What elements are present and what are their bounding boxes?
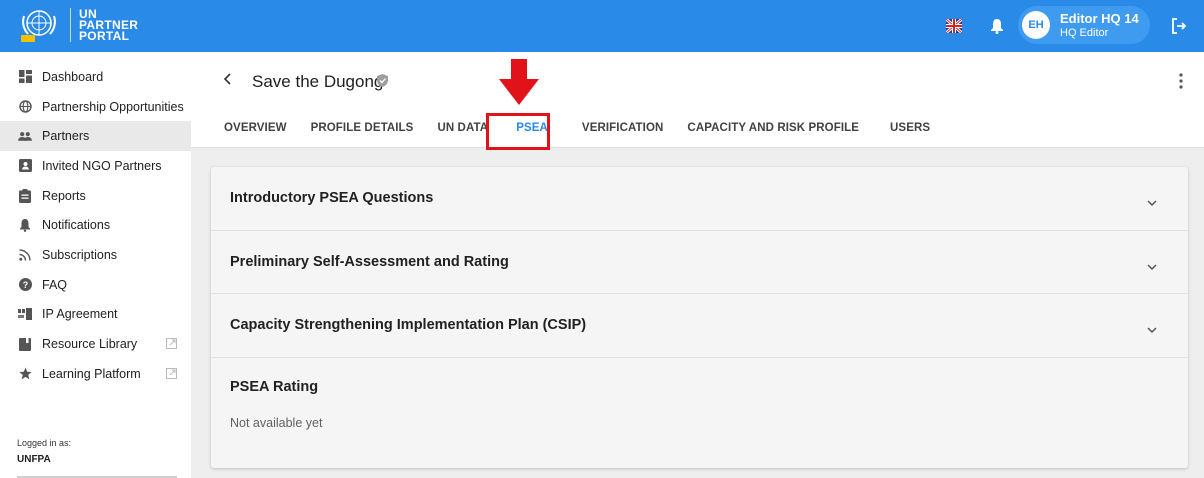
sidebar-item-label: Dashboard	[42, 69, 104, 84]
sidebar-item-resource-library[interactable]: Resource Library	[0, 329, 191, 359]
svg-text:?: ?	[22, 280, 28, 290]
sidebar-item-invited-ngo-partners[interactable]: Invited NGO Partners	[0, 151, 191, 181]
sidebar-item-notifications[interactable]: Notifications	[0, 210, 191, 240]
people-icon	[18, 129, 32, 143]
sidebar-item-reports[interactable]: Reports	[0, 181, 191, 211]
sidebar-item-label: IP Agreement	[42, 307, 118, 322]
sidebar-item-label: Subscriptions	[42, 247, 118, 262]
user-name: Editor HQ 14	[1060, 11, 1139, 26]
panel-title: Introductory PSEA Questions	[230, 190, 434, 207]
avatar: EH	[1022, 11, 1050, 39]
star-icon	[18, 367, 32, 381]
sidebar-item-label: Resource Library	[42, 337, 138, 352]
sidebar-item-label: Partners	[42, 129, 90, 144]
contact-card-icon	[18, 159, 32, 173]
verified-shield-icon	[377, 74, 388, 92]
tab-users[interactable]: USERS	[890, 122, 930, 134]
dashboard-icon	[18, 70, 32, 84]
sidebar-item-partnership-opportunities[interactable]: Partnership Opportunities	[0, 92, 191, 122]
accordion-csip[interactable]: Capacity Strengthening Implementation Pl…	[211, 294, 1188, 358]
book-icon	[18, 337, 32, 351]
page-header: Save the Dugong OVERVIEW PROFILE DETAILS…	[191, 52, 1204, 148]
sidebar-item-label: Invited NGO Partners	[42, 158, 162, 173]
logo-divider	[70, 8, 71, 42]
sidebar-item-ip-agreement[interactable]: IP Agreement	[0, 300, 191, 330]
logged-in-label: Logged in as:	[17, 438, 72, 448]
sidebar-item-label: Reports	[42, 188, 86, 203]
more-options-icon[interactable]	[1179, 73, 1183, 94]
tab-capacity-and-risk-profile[interactable]: CAPACITY AND RISK PROFILE	[687, 122, 859, 134]
tab-profile-details[interactable]: PROFILE DETAILS	[311, 122, 414, 134]
logout-icon[interactable]	[1170, 17, 1188, 40]
sidebar-item-dashboard[interactable]: Dashboard	[0, 62, 191, 92]
sidebar-item-partners[interactable]: Partners	[0, 121, 191, 152]
psea-rating-title: PSEA Rating	[230, 378, 319, 395]
logo-line-3: PORTAL	[79, 28, 130, 43]
tab-overview[interactable]: OVERVIEW	[224, 122, 287, 134]
sidebar-item-subscriptions[interactable]: Subscriptions	[0, 240, 191, 270]
help-icon: ?	[18, 278, 32, 292]
sidebar-item-label: Partnership Opportunities	[42, 99, 184, 114]
chevron-down-icon[interactable]	[1146, 321, 1158, 339]
clipboard-icon	[18, 188, 32, 203]
psea-card: Introductory PSEA Questions Preliminary …	[211, 167, 1188, 468]
bell-icon	[18, 218, 32, 233]
un-partner-portal-logo[interactable]: UN PARTNER PORTAL	[18, 6, 138, 44]
top-app-bar: UN PARTNER PORTAL EH Editor HQ 14 HQ Edi…	[0, 0, 1204, 52]
back-chevron-icon[interactable]	[223, 72, 233, 91]
annotation-arrow-icon	[499, 59, 539, 110]
logged-in-org: UNFPA	[17, 454, 51, 465]
logo-text: UN PARTNER PORTAL	[79, 8, 138, 43]
sidebar-item-faq[interactable]: ? FAQ	[0, 270, 191, 300]
accordion-introductory-psea-questions[interactable]: Introductory PSEA Questions	[211, 167, 1188, 231]
panel-title: Capacity Strengthening Implementation Pl…	[230, 317, 587, 334]
tab-verification[interactable]: VERIFICATION	[582, 122, 664, 134]
user-menu-chip[interactable]: EH Editor HQ 14 HQ Editor	[1018, 6, 1150, 44]
tab-un-data[interactable]: UN DATA	[437, 122, 488, 134]
panel-title: Preliminary Self-Assessment and Rating	[230, 253, 509, 270]
sidebar-item-label: Notifications	[42, 218, 111, 233]
chevron-down-icon[interactable]	[1146, 258, 1158, 276]
accordion-preliminary-self-assessment[interactable]: Preliminary Self-Assessment and Rating	[211, 231, 1188, 294]
page-title: Save the Dugong	[252, 72, 384, 91]
sidebar-item-learning-platform[interactable]: Learning Platform	[0, 359, 191, 389]
external-link-icon	[166, 338, 177, 352]
sidebar-item-label: Learning Platform	[42, 366, 141, 381]
chevron-down-icon[interactable]	[1146, 194, 1158, 212]
tab-bar: OVERVIEW PROFILE DETAILS UN DATA PSEA VE…	[224, 122, 954, 134]
agreement-icon	[18, 307, 32, 321]
psea-rating-value: Not available yet	[230, 415, 323, 430]
notifications-bell-icon[interactable]	[990, 18, 1004, 39]
external-link-icon	[166, 367, 177, 382]
globe-icon	[18, 100, 32, 114]
annotation-highlight-box	[486, 113, 550, 150]
sidebar: Dashboard Partnership Opportunities Part…	[0, 52, 191, 478]
un-emblem-icon	[18, 6, 60, 44]
rss-icon	[18, 248, 32, 262]
uk-flag-language-icon[interactable]	[945, 17, 963, 35]
sidebar-item-label: FAQ	[42, 277, 68, 292]
user-role: HQ Editor	[1060, 27, 1109, 39]
